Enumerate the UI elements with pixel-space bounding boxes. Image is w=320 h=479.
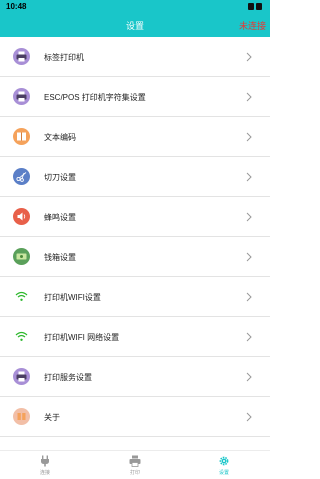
menu-item-printer-wifi[interactable]: 打印机WIFI设置: [0, 277, 270, 317]
chevron-right-icon: [246, 132, 252, 142]
menu-item-label: 打印机WIFI设置: [44, 293, 101, 302]
page-title: 设置: [125, 21, 144, 31]
menu-item-text-encoding[interactable]: 文本编码: [0, 117, 270, 157]
settings-list: 标签打印机 ESC/POS 打印机字符集设置 文本编码 切刀设置 蜂鸣设置 钱箱…: [0, 37, 270, 437]
gear-icon: [219, 456, 229, 466]
bottom-nav: 连接 打印 设置: [0, 450, 270, 479]
wifi-icon: [13, 328, 30, 345]
chevron-right-icon: [246, 92, 252, 102]
nav-tab-print[interactable]: 打印: [115, 454, 155, 478]
menu-item-about[interactable]: 关于: [0, 397, 270, 437]
plug-icon: [41, 455, 49, 467]
battery-icon: [248, 3, 264, 11]
menu-item-label: 打印机WIFI 网络设置: [44, 333, 120, 342]
menu-item-print-service[interactable]: 打印服务设置: [0, 357, 270, 397]
chevron-right-icon: [246, 212, 252, 222]
menu-item-buzzer[interactable]: 蜂鸣设置: [0, 197, 270, 237]
menu-item-label: 蜂鸣设置: [44, 213, 76, 222]
printer-icon: [13, 48, 30, 65]
status-time: 10:48: [6, 2, 27, 11]
nav-tab-settings[interactable]: 设置: [204, 454, 244, 478]
info-icon: [13, 408, 30, 425]
connection-status[interactable]: 未连接: [239, 19, 266, 32]
printer-icon: [129, 455, 141, 467]
menu-item-label: 标签打印机: [44, 53, 84, 62]
menu-item-label: ESC/POS 打印机字符集设置: [44, 93, 146, 102]
nav-label: 设置: [218, 470, 229, 476]
chevron-right-icon: [246, 292, 252, 302]
menu-item-label: 关于: [44, 413, 60, 422]
menu-item-label-printer[interactable]: 标签打印机: [0, 37, 270, 77]
status-bar: 10:48: [0, 0, 270, 14]
nav-tab-connect[interactable]: 连接: [25, 454, 65, 478]
menu-item-cutter[interactable]: 切刀设置: [0, 157, 270, 197]
chevron-right-icon: [246, 332, 252, 342]
menu-item-label: 文本编码: [44, 133, 76, 142]
wifi-icon: [13, 288, 30, 305]
chevron-right-icon: [246, 52, 252, 62]
menu-item-cash-drawer[interactable]: 钱箱设置: [0, 237, 270, 277]
chevron-right-icon: [246, 372, 252, 382]
menu-item-escpos-charset[interactable]: ESC/POS 打印机字符集设置: [0, 77, 270, 117]
nav-label: 打印: [129, 470, 140, 476]
menu-item-label: 钱箱设置: [44, 253, 76, 262]
printer-icon: [13, 368, 30, 385]
printer-icon: [13, 88, 30, 105]
menu-item-label: 打印服务设置: [44, 373, 92, 382]
menu-item-printer-wifi-network[interactable]: 打印机WIFI 网络设置: [0, 317, 270, 357]
chevron-right-icon: [246, 172, 252, 182]
chevron-right-icon: [246, 252, 252, 262]
title-bar: 设置 未连接: [0, 14, 270, 37]
chevron-right-icon: [246, 412, 252, 422]
menu-item-label: 切刀设置: [44, 173, 76, 182]
book-icon: [13, 128, 30, 145]
nav-label: 连接: [39, 470, 50, 476]
speaker-icon: [13, 208, 30, 225]
cash-drawer-icon: [13, 248, 30, 265]
scissors-icon: [13, 168, 30, 185]
